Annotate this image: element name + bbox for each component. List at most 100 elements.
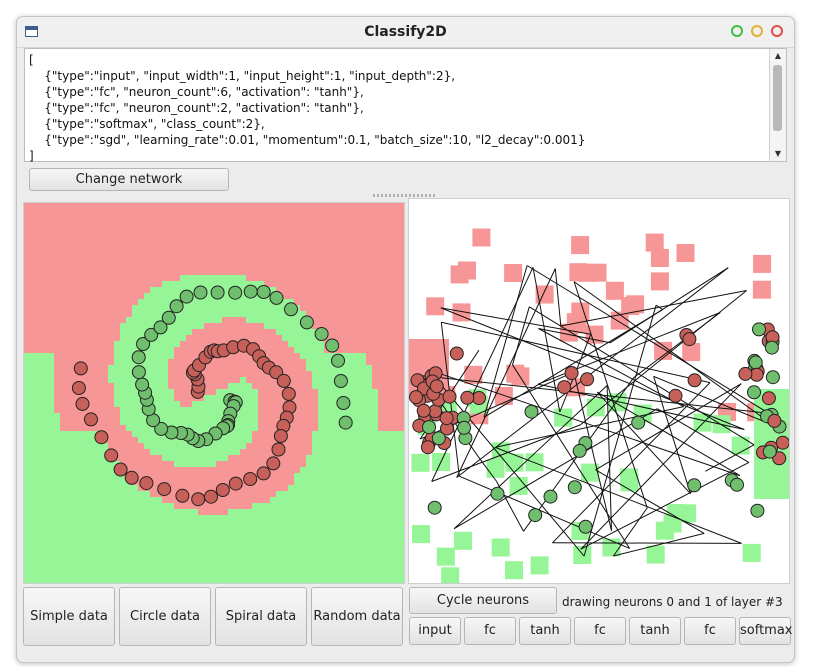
- network-definition-text[interactable]: [ {"type":"input", "input_width":1, "inp…: [25, 49, 786, 167]
- green-data-point: [179, 289, 194, 304]
- green-neuron-point: [730, 477, 744, 492]
- layer-button-4-tanh[interactable]: tanh: [629, 617, 681, 645]
- scroll-up-icon[interactable]: ▲: [770, 49, 786, 63]
- red-data-point: [273, 429, 288, 443]
- scrollbar-thumb[interactable]: [773, 65, 782, 131]
- red-data-point: [104, 448, 119, 463]
- cycle-neurons-button[interactable]: Cycle neurons: [409, 587, 557, 614]
- green-data-point: [314, 327, 329, 341]
- red-data-point: [157, 482, 172, 497]
- layer-button-5-fc[interactable]: fc: [684, 617, 736, 645]
- red-data-point: [204, 489, 218, 504]
- red-neuron-point: [557, 380, 572, 395]
- green-data-point: [135, 377, 150, 392]
- green-data-point: [243, 284, 258, 299]
- green-data-point: [336, 396, 351, 410]
- red-data-point: [215, 483, 230, 497]
- green-neuron-point: [543, 489, 558, 504]
- red-data-point: [256, 466, 271, 481]
- red-neuron-point: [682, 332, 697, 347]
- green-data-point: [333, 374, 348, 388]
- red-neuron-point: [420, 440, 435, 455]
- edge-neuron-point: [752, 322, 766, 337]
- green-data-point: [299, 315, 314, 330]
- neuron-plot: [409, 228, 789, 583]
- red-neuron-point: [439, 411, 454, 426]
- layer-button-2-tanh[interactable]: tanh: [519, 617, 571, 645]
- green-neuron-point: [578, 519, 593, 534]
- layer-button-3-fc[interactable]: fc: [574, 617, 626, 645]
- red-data-point: [75, 396, 90, 411]
- red-data-point: [113, 462, 128, 477]
- editor-scrollbar[interactable]: ▲ ▼: [769, 49, 786, 161]
- green-data-point: [325, 338, 340, 353]
- red-neuron-point: [472, 391, 486, 405]
- green-data-point: [210, 285, 225, 300]
- green-data-point: [284, 302, 298, 317]
- classification-plot: [24, 203, 404, 583]
- edge-neuron-point: [775, 435, 789, 450]
- maximize-button[interactable]: [751, 25, 763, 37]
- red-neuron-point: [580, 372, 595, 387]
- green-neuron-point: [457, 420, 472, 435]
- green-data-point: [269, 290, 284, 305]
- edge-neuron-point: [748, 355, 763, 370]
- green-neuron-point: [490, 486, 505, 501]
- spiral-data-button[interactable]: Spiral data: [215, 587, 307, 646]
- close-button[interactable]: [771, 25, 783, 37]
- green-data-point: [131, 350, 146, 365]
- green-data-point: [169, 299, 184, 314]
- classification-canvas: [23, 202, 405, 584]
- edge-neuron-point: [767, 413, 782, 428]
- edge-neuron-point: [761, 391, 776, 406]
- green-neuron-point: [431, 431, 446, 446]
- layer-button-6-softmax[interactable]: softmax: [739, 617, 793, 645]
- edge-neuron-point: [747, 385, 761, 400]
- splitter-handle[interactable]: [373, 194, 435, 197]
- green-data-point: [331, 353, 345, 368]
- red-data-point: [281, 386, 296, 401]
- green-neuron-point: [567, 480, 582, 495]
- simple-data-button[interactable]: Simple data: [23, 587, 115, 646]
- green-neuron-point: [631, 415, 646, 430]
- green-data-point: [228, 285, 243, 300]
- red-data-point: [271, 442, 286, 457]
- random-data-button[interactable]: Random data: [311, 587, 403, 646]
- layer-status-text: drawing neurons 0 and 1 of layer #3: [562, 595, 783, 609]
- green-data-point: [338, 415, 353, 430]
- change-network-button[interactable]: Change network: [29, 168, 229, 191]
- green-neuron-point: [422, 420, 436, 435]
- red-neuron-point: [687, 373, 702, 388]
- green-neuron-point: [572, 443, 587, 458]
- circle-data-button[interactable]: Circle data: [119, 587, 211, 646]
- green-data-point: [131, 365, 146, 380]
- green-neuron-point: [687, 478, 702, 493]
- green-data-point: [256, 285, 271, 299]
- red-data-point: [94, 430, 109, 445]
- layer-button-1-fc[interactable]: fc: [464, 617, 516, 645]
- red-neuron-point: [442, 389, 457, 404]
- red-neuron-point: [449, 346, 464, 361]
- red-neuron-point: [668, 388, 683, 403]
- red-data-point: [73, 361, 88, 376]
- edge-neuron-point: [764, 340, 779, 355]
- red-neuron-point: [409, 390, 423, 405]
- minimize-button[interactable]: [731, 25, 743, 37]
- red-data-point: [243, 472, 258, 486]
- red-data-point: [71, 381, 86, 395]
- green-neuron-point: [528, 508, 543, 523]
- scroll-down-icon[interactable]: ▼: [770, 147, 786, 161]
- layer-button-0-input[interactable]: input: [409, 617, 461, 645]
- title-bar: Classify2D: [17, 17, 794, 48]
- red-neuron-point: [564, 366, 579, 380]
- red-data-point: [139, 476, 154, 491]
- red-data-point: [175, 488, 190, 503]
- red-neuron-point: [429, 379, 444, 394]
- red-neuron-point: [738, 366, 753, 381]
- green-neuron-point: [427, 500, 442, 515]
- red-data-point: [191, 492, 206, 507]
- edge-neuron-point: [762, 444, 777, 459]
- network-definition-editor[interactable]: [ {"type":"input", "input_width":1, "inp…: [24, 48, 787, 163]
- red-data-point: [124, 470, 139, 485]
- red-data-point: [228, 476, 243, 491]
